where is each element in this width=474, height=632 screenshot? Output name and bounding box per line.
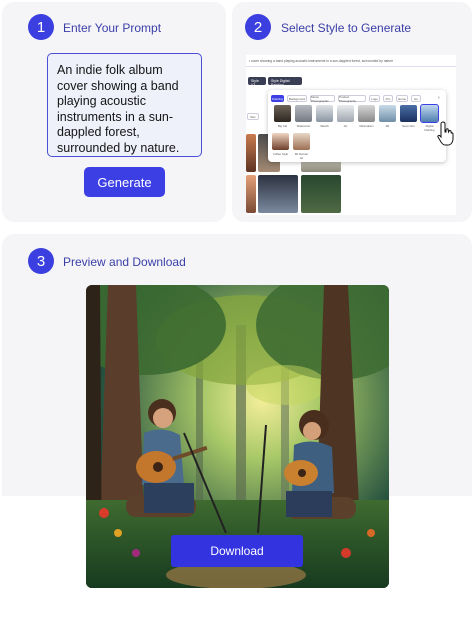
- mini-gallery-image: [301, 175, 341, 213]
- style-selector-screenshot: r cover showing a band playing acoustic …: [246, 55, 456, 215]
- mini-tab[interactable]: Hu: [411, 95, 421, 102]
- step-3-badge: 3: [28, 248, 54, 274]
- style-caption: Neon Noir: [402, 124, 415, 128]
- style-thumb[interactable]: [295, 105, 312, 122]
- prompt-text: An indie folk album cover showing a band…: [57, 63, 180, 155]
- style-popup: Painting Background Movie Photographic P…: [268, 90, 446, 162]
- style-caption: Minimalism: [359, 124, 374, 128]
- download-button[interactable]: Download: [171, 535, 303, 567]
- style-thumb[interactable]: [358, 105, 375, 122]
- step-1-title: Enter Your Prompt: [63, 21, 162, 35]
- chevron-right-icon[interactable]: ›: [438, 95, 440, 101]
- mini-gallery-image: [246, 175, 256, 213]
- style-thumb[interactable]: [293, 133, 310, 150]
- mini-prompt-field: r cover showing a band playing acoustic …: [246, 57, 456, 67]
- mini-chip-model: Style V3: [248, 77, 266, 87]
- mini-tab[interactable]: Movie Photographic: [310, 95, 335, 103]
- mini-tab[interactable]: Logo: [369, 95, 380, 102]
- mini-tab[interactable]: Home: [396, 95, 408, 102]
- mini-tab[interactable]: Product Photography: [338, 95, 366, 103]
- style-caption: Big Cat: [277, 124, 288, 128]
- step-1-badge: 1: [28, 14, 54, 40]
- step-2-badge: 2: [245, 14, 271, 40]
- mini-gallery-image: [246, 134, 256, 172]
- cursor-hand-icon: [437, 121, 454, 146]
- style-thumb[interactable]: [400, 105, 417, 122]
- mini-side-tab: Rec: [247, 113, 259, 120]
- step-2-title: Select Style to Generate: [281, 21, 412, 35]
- style-caption: Watercolor: [296, 124, 311, 128]
- prompt-input[interactable]: An indie folk album cover showing a band…: [47, 53, 202, 157]
- mini-chip-style: Style Digital Painting: [268, 77, 302, 87]
- style-thumb[interactable]: [379, 105, 396, 122]
- style-caption: 3D: [385, 124, 390, 128]
- mini-tab[interactable]: Painting: [271, 95, 284, 102]
- style-thumb[interactable]: [337, 105, 354, 122]
- step-3-title: Preview and Download: [63, 255, 186, 269]
- mini-tab[interactable]: Background: [287, 95, 307, 102]
- mini-gallery-image: [258, 175, 298, 213]
- style-thumb[interactable]: [272, 133, 289, 150]
- style-thumb[interactable]: [316, 105, 333, 122]
- generate-button[interactable]: Generate: [84, 167, 165, 197]
- style-caption: Art: [343, 124, 348, 128]
- mini-tab[interactable]: Pro: [383, 95, 393, 102]
- style-caption: 3D Render Art: [294, 152, 309, 160]
- style-caption: Coffee Style: [272, 152, 289, 156]
- style-caption: Sketch: [320, 124, 329, 128]
- style-thumb-selected[interactable]: [420, 104, 439, 123]
- style-thumb[interactable]: [274, 105, 291, 122]
